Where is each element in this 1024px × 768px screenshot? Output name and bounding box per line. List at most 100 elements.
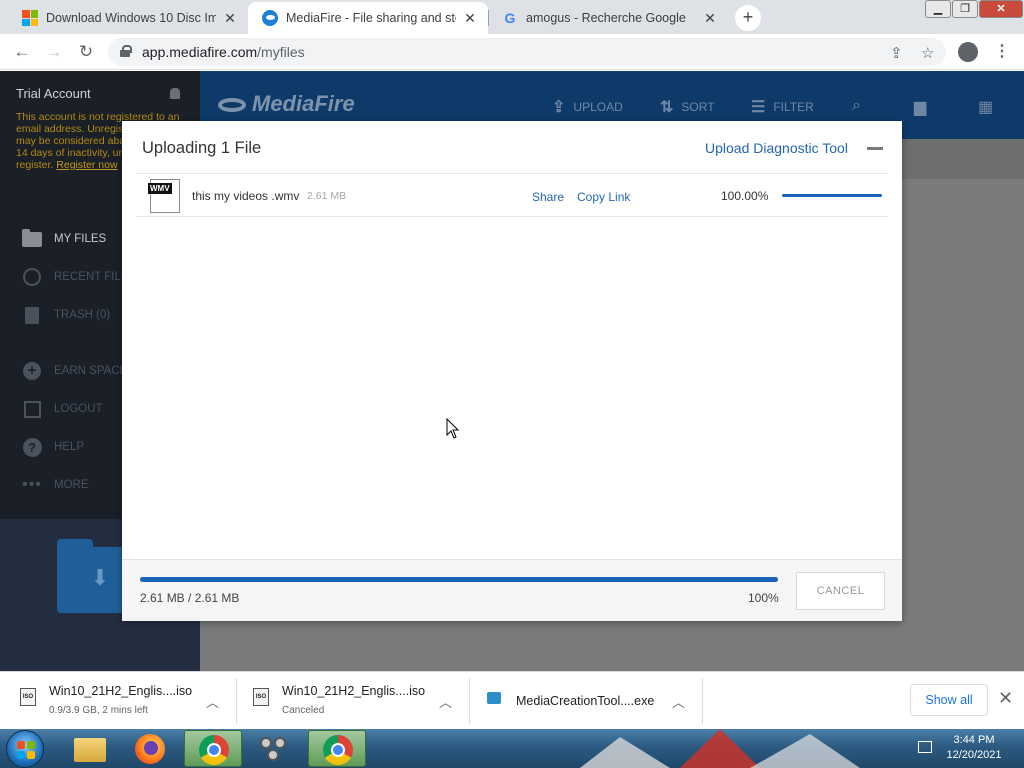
- new-folder-icon[interactable]: ▆: [914, 97, 926, 117]
- taskbar-explorer[interactable]: [60, 730, 118, 767]
- bell-icon[interactable]: [170, 88, 180, 99]
- exe-file-icon: [487, 692, 501, 704]
- mediafire-flame-icon: [218, 98, 246, 113]
- trash-icon: [22, 305, 42, 325]
- profile-avatar-icon[interactable]: [958, 42, 978, 62]
- close-icon[interactable]: ✕: [462, 10, 478, 27]
- tab-title: MediaFire - File sharing and storage: [286, 11, 456, 25]
- minimize-dialog-icon[interactable]: [867, 147, 883, 150]
- forward-arrow-icon[interactable]: →: [42, 40, 66, 64]
- reload-icon[interactable]: ↻: [74, 40, 98, 64]
- windows-taskbar: 3:44 PM 12/20/2021: [0, 729, 1024, 768]
- upload-diagnostic-tool-link[interactable]: Upload Diagnostic Tool: [705, 140, 848, 156]
- tab-download-windows[interactable]: Download Windows 10 Disc Image ✕: [8, 2, 248, 34]
- browser-tab-strip: Download Windows 10 Disc Image ✕ MediaFi…: [0, 0, 1024, 34]
- tab-title: amogus - Recherche Google: [526, 11, 686, 25]
- new-tab-button[interactable]: +: [735, 5, 761, 31]
- total-bytes-text: 2.61 MB / 2.61 MB: [140, 591, 240, 605]
- omnibox[interactable]: app.mediafire.com/myfiles ⇪ ☆: [108, 38, 946, 66]
- lock-icon: [120, 45, 132, 57]
- windows-icon: [22, 10, 38, 26]
- search-icon[interactable]: ⌕: [852, 97, 861, 115]
- more-menu-icon[interactable]: ⋮: [994, 41, 1010, 61]
- chevron-up-icon[interactable]: ︿: [439, 692, 452, 711]
- movie-reel-icon: [260, 735, 290, 763]
- mouse-cursor-icon: [446, 418, 460, 439]
- sidebar-item-help[interactable]: ? HELP: [22, 435, 84, 459]
- file-progress-fill: [782, 194, 882, 197]
- address-bar: ← → ↻ app.mediafire.com/myfiles ⇪ ☆ ⋮: [0, 34, 1024, 70]
- divider: [702, 678, 703, 724]
- taskbar-clock[interactable]: 3:44 PM 12/20/2021: [944, 733, 1004, 763]
- taskbar-chrome-2[interactable]: [308, 730, 366, 767]
- account-title: Trial Account: [16, 86, 91, 101]
- file-size: 2.61 MB: [307, 190, 347, 202]
- filter-icon: ☰: [751, 99, 766, 116]
- sidebar-item-earn-space[interactable]: + EARN SPACE: [22, 359, 127, 383]
- minimize-window-button[interactable]: ▁: [925, 0, 951, 18]
- plus-circle-icon: +: [22, 361, 42, 381]
- download-item[interactable]: MediaCreationTool....exe ︿: [487, 672, 697, 730]
- taskbar-movie-maker[interactable]: [246, 730, 304, 767]
- download-status: Canceled: [282, 705, 325, 716]
- upload-dialog: Uploading 1 File Upload Diagnostic Tool …: [122, 121, 902, 621]
- copy-link[interactable]: Copy Link: [577, 190, 630, 204]
- grid-view-icon[interactable]: ▦: [978, 97, 993, 117]
- wmv-file-icon: WMV: [148, 179, 180, 213]
- sort-icon: ⇅: [660, 99, 674, 116]
- download-name: MediaCreationTool....exe: [516, 694, 655, 708]
- sidebar-item-logout[interactable]: LOGOUT: [22, 397, 103, 421]
- total-progress-bar: [140, 577, 778, 582]
- upload-dialog-title: Uploading 1 File: [142, 139, 262, 157]
- upload-button[interactable]: ⇪ UPLOAD: [552, 97, 623, 117]
- iso-file-icon: ISO: [20, 688, 36, 706]
- clock-date: 12/20/2021: [946, 749, 1002, 761]
- network-icon[interactable]: [918, 741, 932, 753]
- close-window-button[interactable]: ✕: [979, 0, 1023, 18]
- chevron-up-icon[interactable]: ︿: [672, 692, 685, 711]
- mediafire-logo[interactable]: MediaFire: [218, 91, 355, 117]
- close-icon[interactable]: ✕: [702, 10, 718, 27]
- download-item[interactable]: ISO Win10_21H2_Englis....iso Canceled ︿: [253, 672, 463, 730]
- close-icon[interactable]: ✕: [998, 688, 1013, 709]
- google-icon: G: [504, 10, 516, 26]
- firefox-icon: [135, 734, 165, 764]
- sidebar-item-recent-files[interactable]: RECENT FILES: [22, 265, 136, 289]
- filter-button[interactable]: ☰ FILTER: [751, 97, 814, 117]
- close-icon[interactable]: ✕: [222, 10, 238, 27]
- total-progress-fill: [140, 577, 778, 582]
- share-link[interactable]: Share: [532, 190, 564, 204]
- window-controls: ▁ ❐ ✕: [924, 0, 1023, 20]
- show-all-downloads-button[interactable]: Show all: [910, 684, 988, 716]
- clock-time: 3:44 PM: [953, 734, 995, 746]
- mediafire-icon: [262, 10, 278, 26]
- share-icon[interactable]: ⇪: [890, 44, 903, 62]
- file-name: this my videos .wmv: [192, 189, 300, 203]
- star-icon[interactable]: ☆: [921, 44, 934, 62]
- tab-title: Download Windows 10 Disc Image: [46, 11, 216, 25]
- start-button[interactable]: [6, 730, 44, 768]
- register-link[interactable]: Register now: [56, 159, 117, 171]
- cancel-button[interactable]: CANCEL: [796, 572, 885, 610]
- desktop-wallpaper-strip: [580, 729, 860, 768]
- file-progress-bar: [782, 194, 882, 197]
- sidebar-item-trash[interactable]: TRASH (0): [22, 303, 110, 327]
- sort-button[interactable]: ⇅ SORT: [660, 97, 715, 117]
- help-icon: ?: [22, 437, 42, 457]
- chrome-icon: [199, 735, 229, 765]
- folder-icon: [22, 228, 42, 249]
- back-arrow-icon[interactable]: ←: [10, 40, 34, 64]
- more-icon: •••: [22, 476, 42, 493]
- download-status: 0.9/3.9 GB, 2 mins left: [49, 705, 148, 716]
- restore-window-button[interactable]: ❐: [952, 0, 978, 18]
- sidebar-item-more[interactable]: ••• MORE: [22, 473, 88, 497]
- sidebar-item-my-files[interactable]: MY FILES: [22, 227, 106, 251]
- upload-icon: ⇪: [552, 99, 566, 116]
- chevron-up-icon[interactable]: ︿: [206, 692, 219, 711]
- download-name: Win10_21H2_Englis....iso: [49, 684, 193, 698]
- download-item[interactable]: ISO Win10_21H2_Englis....iso 0.9/3.9 GB,…: [20, 672, 230, 730]
- taskbar-chrome-1[interactable]: [184, 730, 242, 767]
- taskbar-firefox[interactable]: [122, 730, 180, 767]
- tab-mediafire[interactable]: MediaFire - File sharing and storage ✕: [248, 2, 488, 34]
- tab-google-search[interactable]: G amogus - Recherche Google ✕: [488, 2, 728, 34]
